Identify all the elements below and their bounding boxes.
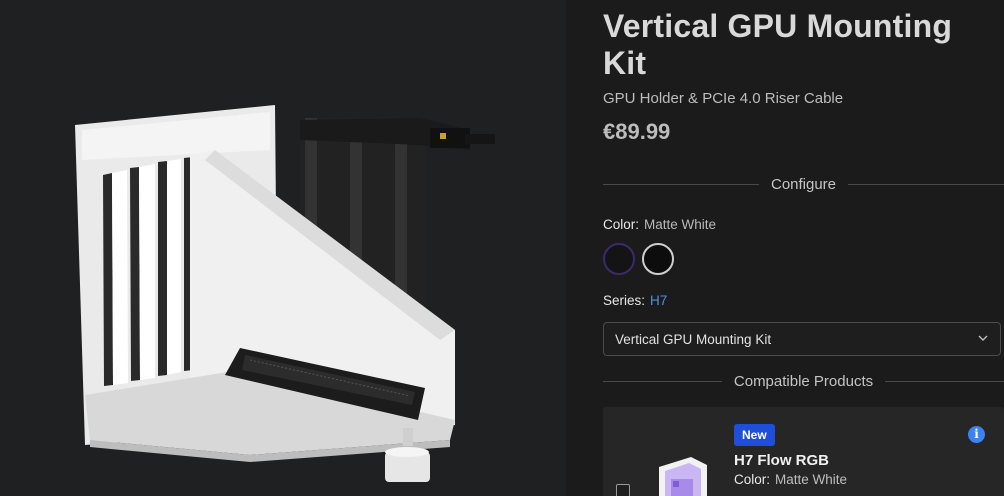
card-color-value: Matte White — [775, 472, 848, 487]
product-subtitle: GPU Holder & PCIe 4.0 Riser Cable — [603, 90, 844, 107]
compatible-divider: Compatible Products — [603, 373, 1004, 390]
gpu-mount-illustration — [75, 105, 495, 482]
configure-heading: Configure — [770, 176, 837, 193]
info-icon[interactable]: i — [968, 426, 985, 443]
series-label: Series: — [603, 293, 646, 308]
card-color-label: Color: — [734, 472, 771, 487]
color-value: Matte White — [644, 217, 717, 232]
color-label: Color: — [603, 217, 640, 232]
select-value: Vertical GPU Mounting Kit — [615, 332, 772, 347]
product-variant-select[interactable]: Vertical GPU Mounting Kit — [603, 322, 1001, 356]
configure-divider: Configure — [603, 176, 1004, 193]
product-checkbox[interactable] — [616, 484, 630, 496]
swatch-matte-black[interactable] — [642, 243, 674, 275]
compatible-product-color: Color: Matte White — [734, 472, 847, 487]
compatible-product-name[interactable]: H7 Flow RGB — [734, 452, 829, 469]
product-details: Vertical GPU Mounting Kit GPU Holder & P… — [566, 0, 1004, 496]
product-price: €89.99 — [603, 119, 671, 144]
new-badge: New — [734, 424, 775, 446]
compatible-product-card[interactable]: New H7 Flow RGB Color: Matte White i — [603, 407, 1004, 496]
swatch-matte-white[interactable] — [603, 243, 635, 275]
case-thumbnail — [659, 457, 707, 496]
product-title: Vertical GPU Mounting Kit — [603, 8, 953, 81]
series-field: Series: H7 — [603, 293, 667, 308]
series-value-link[interactable]: H7 — [650, 293, 667, 308]
color-field: Color: Matte White — [603, 217, 716, 232]
product-image — [0, 0, 566, 496]
compatible-heading: Compatible Products — [733, 373, 874, 390]
chevron-down-icon — [978, 335, 988, 341]
